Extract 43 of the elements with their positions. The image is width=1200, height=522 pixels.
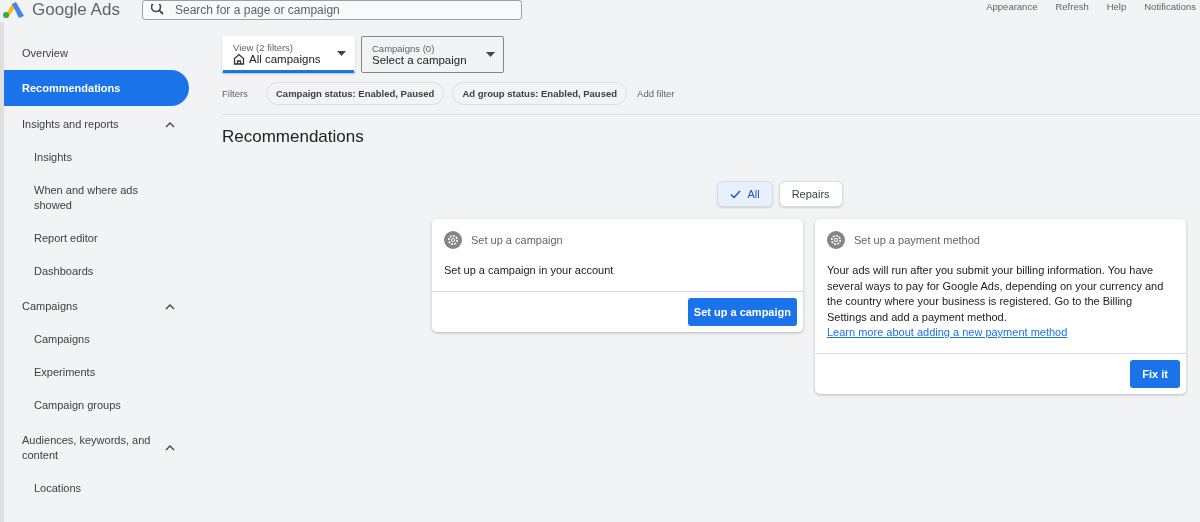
search-field[interactable]: Search for a page or campaign bbox=[142, 0, 522, 20]
card-text: Your ads will run after you submit your billing information. You have several ways to pay for Google Ads, depending on your currency and the country where your business is registered. Go to the Billing Settings and add a payment method. Learn more about adding a new payment method bbox=[827, 263, 1165, 340]
nav-item[interactable]: Campaign groups bbox=[4, 389, 172, 422]
filter-tab[interactable]: Repairs bbox=[778, 181, 843, 207]
nav-section[interactable]: Campaigns bbox=[4, 290, 200, 323]
filters-label: Filters bbox=[222, 88, 249, 99]
product-name: Google Ads bbox=[32, 0, 120, 20]
gear-icon bbox=[444, 231, 462, 249]
nav-item[interactable]: Locations bbox=[4, 472, 172, 505]
header-action[interactable]: Help bbox=[1106, 1, 1127, 12]
dropdown-icon bbox=[337, 51, 346, 56]
nav-section[interactable]: Insights and reports bbox=[4, 108, 200, 141]
header-action[interactable]: Refresh bbox=[1055, 1, 1089, 12]
nav-item[interactable]: Report editor bbox=[4, 222, 172, 255]
card-text: Set up a campaign in your account bbox=[444, 263, 615, 278]
home-icon bbox=[233, 53, 245, 65]
nav-item[interactable]: Recommendations bbox=[4, 70, 189, 106]
nav-item[interactable]: Experiments bbox=[4, 356, 172, 389]
chevron-icon bbox=[165, 121, 175, 128]
card-title: Set up a payment method bbox=[854, 234, 980, 246]
nav-item[interactable]: Dashboards bbox=[4, 255, 172, 288]
action-button[interactable]: Set up a campaign bbox=[687, 297, 797, 326]
check-icon bbox=[730, 189, 742, 199]
action-button[interactable]: Fix it bbox=[1130, 359, 1180, 388]
add-filter-link[interactable]: Add filter bbox=[637, 88, 675, 99]
view-selector[interactable]: View (2 filters) All campaigns bbox=[222, 36, 355, 73]
filter-tab[interactable]: All bbox=[717, 181, 773, 207]
chevron-icon bbox=[165, 445, 175, 451]
learn-more-link[interactable]: Learn more about adding a new payment method bbox=[827, 326, 1068, 338]
nav-item[interactable]: Campaigns bbox=[4, 323, 172, 356]
header-action[interactable]: Notifications bbox=[1144, 1, 1196, 12]
view-selector[interactable]: Campaigns (0) Select a campaign bbox=[361, 36, 504, 73]
page-title: Recommendations bbox=[222, 127, 365, 147]
nav-section[interactable]: Audiences, keywords, and content bbox=[4, 424, 200, 472]
dropdown-icon bbox=[486, 52, 495, 57]
nav-item[interactable]: Overview bbox=[4, 36, 189, 70]
gear-icon bbox=[827, 231, 845, 249]
logo-icon bbox=[2, 2, 26, 18]
card-title: Set up a campaign bbox=[471, 234, 563, 246]
nav-item[interactable]: When and where ads showed bbox=[4, 174, 172, 222]
nav-item[interactable]: Insights bbox=[4, 141, 172, 174]
chevron-icon bbox=[165, 303, 175, 310]
header-action[interactable]: Appearance bbox=[986, 1, 1038, 12]
